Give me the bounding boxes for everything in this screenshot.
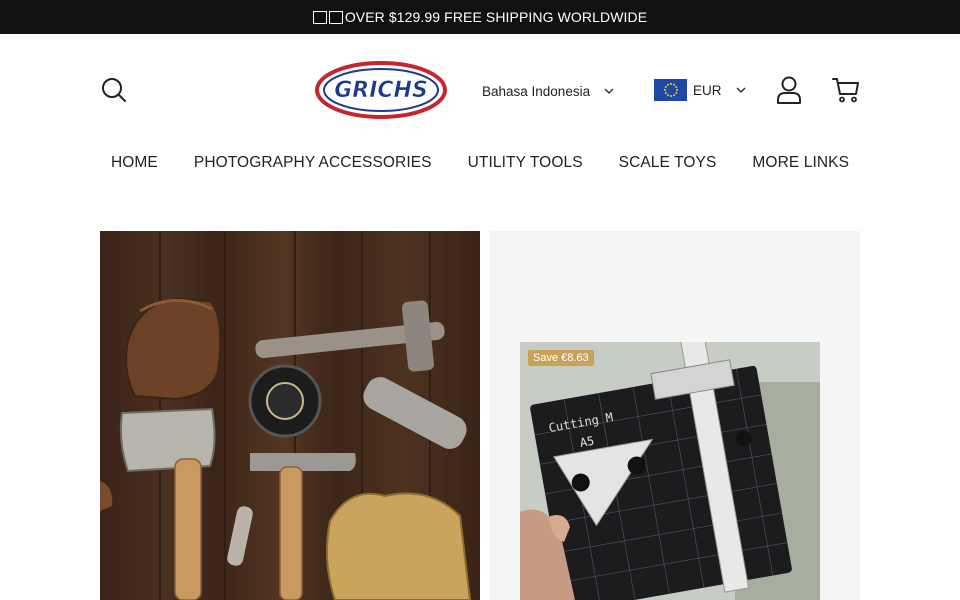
- chevron-down-icon: [604, 88, 614, 94]
- nav-item-more-links[interactable]: MORE LINKS: [752, 154, 849, 172]
- search-icon: [102, 78, 126, 102]
- save-badge: Save €8.63: [528, 350, 594, 366]
- language-selector[interactable]: Bahasa Indonesia: [482, 81, 614, 101]
- announcement-glyphs: [312, 10, 345, 24]
- eu-flag-icon: [654, 79, 687, 101]
- nav-item-scale-toys[interactable]: SCALE TOYS: [619, 154, 717, 172]
- site-logo[interactable]: GRICHS: [315, 61, 447, 119]
- announcement-text: OVER $129.99 FREE SHIPPING WORLDWIDE: [344, 9, 648, 25]
- hero-tools-image[interactable]: [100, 231, 480, 600]
- cutting-mat-illustration: Cutting M A5: [520, 342, 820, 600]
- currency-selector[interactable]: EUR: [654, 78, 746, 102]
- nav-item-home[interactable]: HOME: [111, 154, 158, 172]
- chevron-down-icon: [736, 87, 745, 93]
- logo-text: GRICHS: [334, 78, 428, 103]
- mat-size: A5: [579, 434, 596, 450]
- announcement-bar: OVER $129.99 FREE SHIPPING WORLDWIDE: [0, 0, 960, 34]
- featured-product-panel: Save €8.63 Cutting M A5: [490, 231, 860, 600]
- currency-label: EUR: [693, 82, 722, 98]
- tools-illustration: [100, 231, 472, 600]
- cart-icon: [832, 78, 859, 103]
- nav-item-photography-accessories[interactable]: PHOTOGRAPHY ACCESSORIES: [194, 154, 432, 172]
- cart-button[interactable]: [830, 74, 862, 106]
- product-image[interactable]: Cutting M A5: [520, 342, 820, 600]
- main-nav: HOME PHOTOGRAPHY ACCESSORIES UTILITY TOO…: [0, 146, 960, 180]
- nav-item-utility-tools[interactable]: UTILITY TOOLS: [468, 154, 583, 172]
- search-button[interactable]: [98, 74, 130, 106]
- language-label: Bahasa Indonesia: [482, 83, 591, 99]
- site-header: GRICHS Bahasa Indonesia EUR: [0, 34, 960, 146]
- account-button[interactable]: [774, 74, 804, 106]
- user-icon: [777, 76, 801, 104]
